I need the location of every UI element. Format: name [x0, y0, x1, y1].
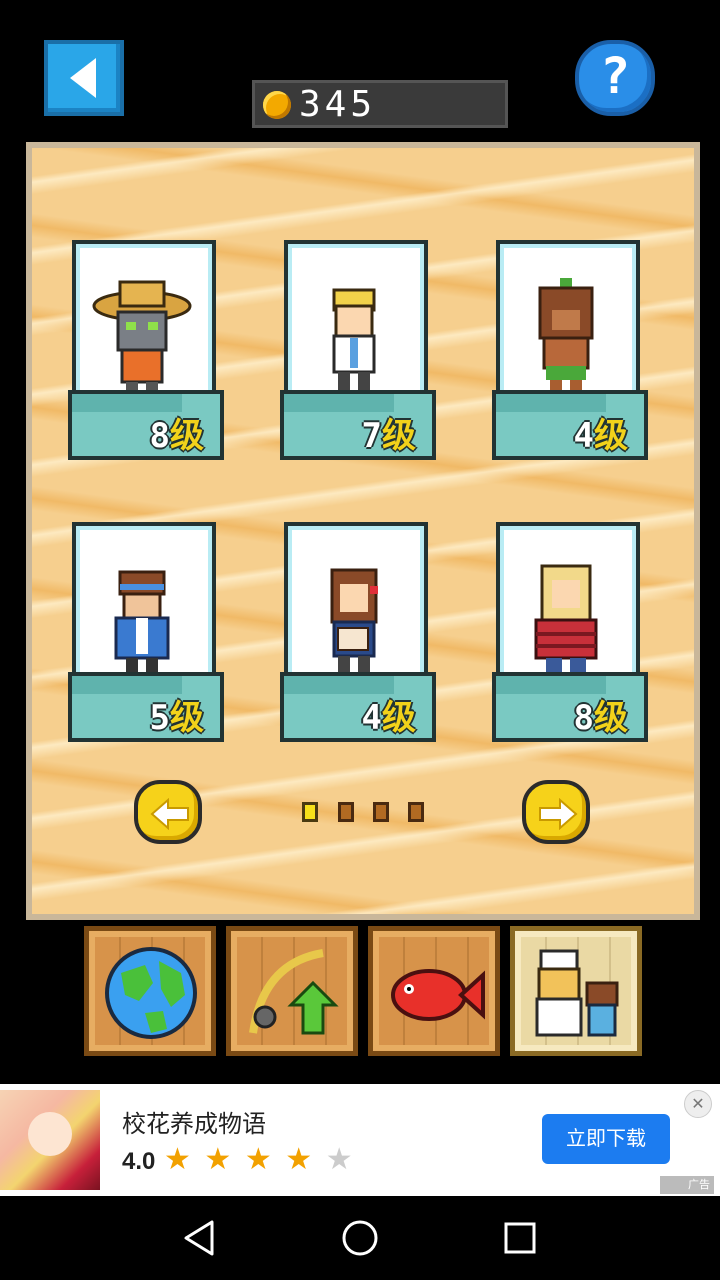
card-level: 8级: [149, 416, 204, 456]
card-level: 8级: [573, 698, 628, 738]
back-button[interactable]: [44, 40, 124, 116]
blonde-boy-character-icon: [332, 288, 376, 402]
straw-hat-cat-character-icon: [92, 280, 192, 402]
ad-banner[interactable]: 校花养成物语 4.0 ★ ★ ★ ★ ★ 立即下载 ✕ 广告: [0, 1084, 720, 1196]
page-indicator-3: [373, 802, 389, 822]
next-page-button[interactable]: [522, 780, 590, 844]
nav-recents-icon[interactable]: [494, 1212, 546, 1264]
red-fish-icon: [391, 969, 485, 1021]
help-button[interactable]: ?: [575, 40, 655, 116]
coin-value: 345: [299, 84, 377, 125]
star-empty-icon: ★: [325, 1142, 355, 1177]
mother-with-baby-character-icon: [330, 568, 378, 684]
ad-download-button[interactable]: 立即下载: [542, 1114, 670, 1164]
ad-rating: 4.0: [122, 1148, 156, 1175]
arrow-right-icon: [539, 798, 578, 830]
coin-counter: 345: [252, 80, 508, 128]
tab-world[interactable]: [84, 926, 216, 1056]
nav-home-icon[interactable]: [334, 1212, 386, 1264]
headband-man-character-icon: [114, 570, 170, 684]
crew-card-blonde-lumberjack[interactable]: 8级: [492, 522, 648, 754]
system-nav-bar: [0, 1196, 720, 1280]
card-level: 4级: [573, 416, 628, 456]
page-indicator-4: [408, 802, 424, 822]
globe-icon: [105, 947, 197, 1039]
star-icon: ★ ★ ★ ★: [164, 1142, 315, 1177]
ad-star-rating: ★ ★ ★ ★ ★: [164, 1142, 355, 1177]
tab-fish[interactable]: [368, 926, 500, 1056]
crew-card-straw-hat-cat[interactable]: 8级: [68, 240, 224, 472]
islander-character-icon: [538, 278, 594, 402]
ad-label: 广告: [660, 1176, 714, 1194]
crew-card-mother-with-baby[interactable]: 4级: [280, 522, 436, 754]
card-level: 4级: [361, 698, 416, 738]
arrow-left-icon: [150, 798, 189, 830]
tab-crew[interactable]: [510, 926, 642, 1056]
crew-card-headband-man[interactable]: 5级: [68, 522, 224, 754]
ad-title: 校花养成物语: [122, 1111, 266, 1138]
ad-close-icon[interactable]: ✕: [684, 1090, 712, 1118]
card-level: 7级: [361, 416, 416, 456]
nav-back-icon[interactable]: [174, 1212, 226, 1264]
tab-rod-upgrade[interactable]: [226, 926, 358, 1056]
crew-card-islander[interactable]: 4级: [492, 240, 648, 472]
card-level: 5级: [149, 698, 204, 738]
ad-image: [0, 1090, 100, 1190]
gold-coin-icon: [263, 91, 291, 119]
crew-card-blonde-boy[interactable]: 7级: [280, 240, 436, 472]
page-indicator-2: [338, 802, 354, 822]
page-indicator-1: [302, 802, 318, 822]
back-arrow-icon: [70, 58, 96, 98]
crew-icon: [535, 949, 619, 1037]
prev-page-button[interactable]: [134, 780, 202, 844]
blonde-lumberjack-character-icon: [534, 564, 598, 684]
fishing-rod-upgrade-icon: [249, 949, 339, 1035]
